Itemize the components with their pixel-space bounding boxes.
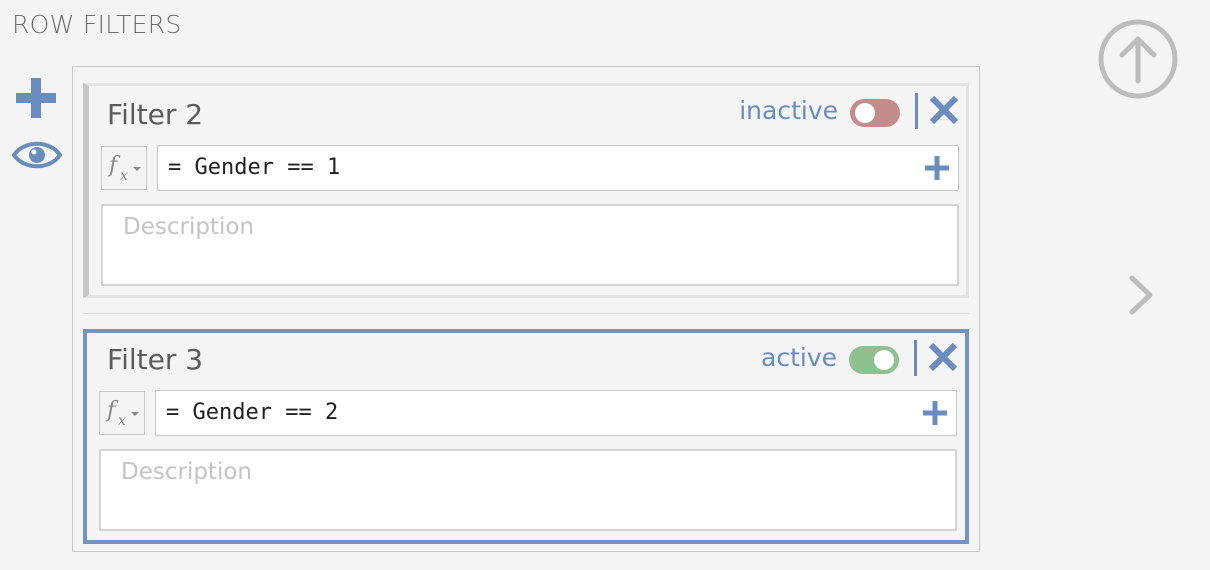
- toggle-knob: [855, 103, 875, 123]
- plus-icon: [925, 156, 949, 180]
- formula-text: = Gender == 2: [166, 400, 339, 425]
- filters-list: Filter 2 inactive f x = Gender == 1 Desc…: [72, 66, 980, 552]
- fx-icon-subscript: x: [118, 413, 126, 429]
- add-filter-button[interactable]: [14, 76, 58, 120]
- filter-name[interactable]: Filter 2: [107, 98, 203, 131]
- filter-name[interactable]: Filter 3: [107, 343, 203, 376]
- description-placeholder: Description: [123, 214, 254, 240]
- panel-title: ROW FILTERS: [12, 10, 182, 39]
- formula-input[interactable]: = Gender == 2: [155, 390, 957, 436]
- filter-card-selected[interactable]: Filter 3 active f x = Gender == 2 Descri…: [83, 329, 969, 544]
- add-condition-button[interactable]: [922, 400, 948, 426]
- remove-filter-button[interactable]: [925, 339, 961, 375]
- fx-icon-subscript: x: [120, 168, 128, 184]
- formula-input[interactable]: = Gender == 1: [157, 145, 959, 191]
- eye-icon: [11, 141, 63, 169]
- row-filters-panel: ROW FILTERS Filter 2 inactive f x = Gend…: [0, 0, 1210, 570]
- show-filtered-rows-button[interactable]: [11, 134, 63, 176]
- description-input[interactable]: Description: [99, 449, 957, 531]
- description-placeholder: Description: [121, 459, 252, 485]
- close-icon: [928, 342, 958, 372]
- filter-card[interactable]: Filter 2 inactive f x = Gender == 1 Desc…: [83, 83, 969, 298]
- divider: [914, 340, 917, 376]
- fx-icon: f: [107, 398, 116, 423]
- close-icon: [929, 95, 959, 125]
- caret-down-icon: [131, 412, 139, 416]
- formula-text: = Gender == 1: [168, 155, 341, 180]
- description-input[interactable]: Description: [101, 204, 959, 286]
- plus-icon: [16, 78, 56, 118]
- next-panel-button[interactable]: [1122, 270, 1162, 320]
- filter-active-toggle[interactable]: [849, 346, 899, 374]
- add-condition-button[interactable]: [924, 155, 950, 181]
- divider: [915, 93, 918, 129]
- function-menu-button[interactable]: f x: [101, 146, 147, 190]
- filter-separator: [83, 313, 969, 314]
- caret-down-icon: [133, 167, 141, 171]
- function-menu-button[interactable]: f x: [99, 391, 145, 435]
- filter-active-toggle[interactable]: [850, 99, 900, 127]
- chevron-right-icon: [1129, 275, 1153, 315]
- filter-status-label: inactive: [739, 96, 838, 125]
- filter-status-label: active: [761, 343, 837, 372]
- toggle-knob: [874, 350, 894, 370]
- fx-icon: f: [109, 153, 118, 178]
- plus-icon: [923, 401, 947, 425]
- arrow-up-circle-icon: [1098, 19, 1178, 99]
- remove-filter-button[interactable]: [926, 92, 962, 128]
- scroll-up-button[interactable]: [1096, 17, 1180, 101]
